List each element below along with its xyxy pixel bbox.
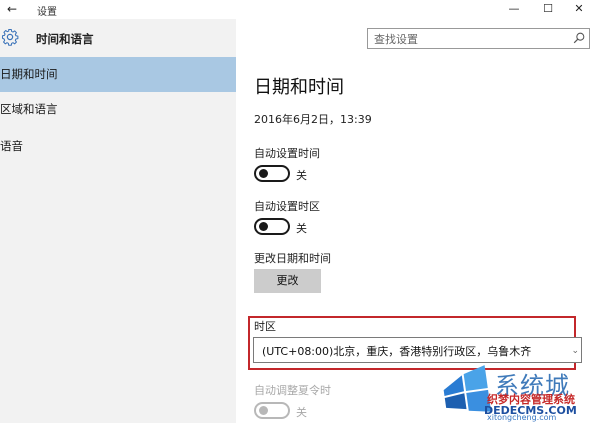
dst-toggle[interactable]	[254, 402, 290, 419]
toggle-knob	[259, 222, 268, 231]
auto-time-state: 关	[296, 169, 307, 182]
change-datetime-label: 更改日期和时间	[254, 252, 331, 265]
auto-timezone-state: 关	[296, 222, 307, 235]
arrow-left-icon: ←	[6, 2, 18, 16]
sidebar-item-label: 区域和语言	[0, 102, 58, 116]
current-datetime: 2016年6月2日，13:39	[254, 113, 372, 126]
back-button[interactable]: ←	[4, 2, 20, 16]
toggle-knob	[259, 169, 268, 178]
auto-time-label: 自动设置时间	[254, 147, 320, 160]
dst-state: 关	[296, 406, 307, 419]
sidebar-title: 时间和语言	[36, 32, 94, 46]
close-button[interactable]: ✕	[565, 0, 593, 17]
sidebar-item-label: 语音	[0, 139, 23, 153]
dst-label: 自动调整夏令时	[254, 384, 331, 397]
timezone-select[interactable]: (UTC+08:00)北京，重庆，香港特别行政区，乌鲁木齐 ⌄	[253, 337, 582, 363]
sidebar: 时间和语言 日期和时间 区域和语言 语音	[0, 19, 236, 423]
title-bar: ← 设置 — ☐ ✕	[0, 0, 593, 19]
minimize-button[interactable]: —	[500, 0, 528, 17]
sidebar-item-date-time[interactable]: 日期和时间	[0, 57, 236, 92]
timezone-label: 时区	[254, 320, 276, 333]
window-title: 设置	[37, 7, 57, 18]
chevron-down-icon: ⌄	[571, 346, 579, 356]
toggle-knob	[259, 406, 268, 415]
sidebar-item-region-language[interactable]: 区域和语言	[0, 92, 236, 127]
page-title: 日期和时间	[254, 77, 344, 98]
maximize-button[interactable]: ☐	[534, 0, 562, 17]
main-content: 日期和时间 2016年6月2日，13:39 自动设置时间 关 自动设置时区 关 …	[236, 19, 593, 423]
auto-timezone-toggle[interactable]	[254, 218, 290, 235]
sidebar-item-speech[interactable]: 语音	[0, 129, 236, 164]
auto-time-toggle[interactable]	[254, 165, 290, 182]
sidebar-item-label: 日期和时间	[0, 67, 58, 81]
gear-icon	[1, 28, 19, 46]
change-button[interactable]: 更改	[254, 269, 321, 293]
auto-timezone-label: 自动设置时区	[254, 200, 320, 213]
watermark-site: xitongcheng.com	[487, 413, 557, 422]
timezone-value: (UTC+08:00)北京，重庆，香港特别行政区，乌鲁木齐	[262, 345, 532, 358]
sidebar-header: 时间和语言	[0, 19, 236, 57]
